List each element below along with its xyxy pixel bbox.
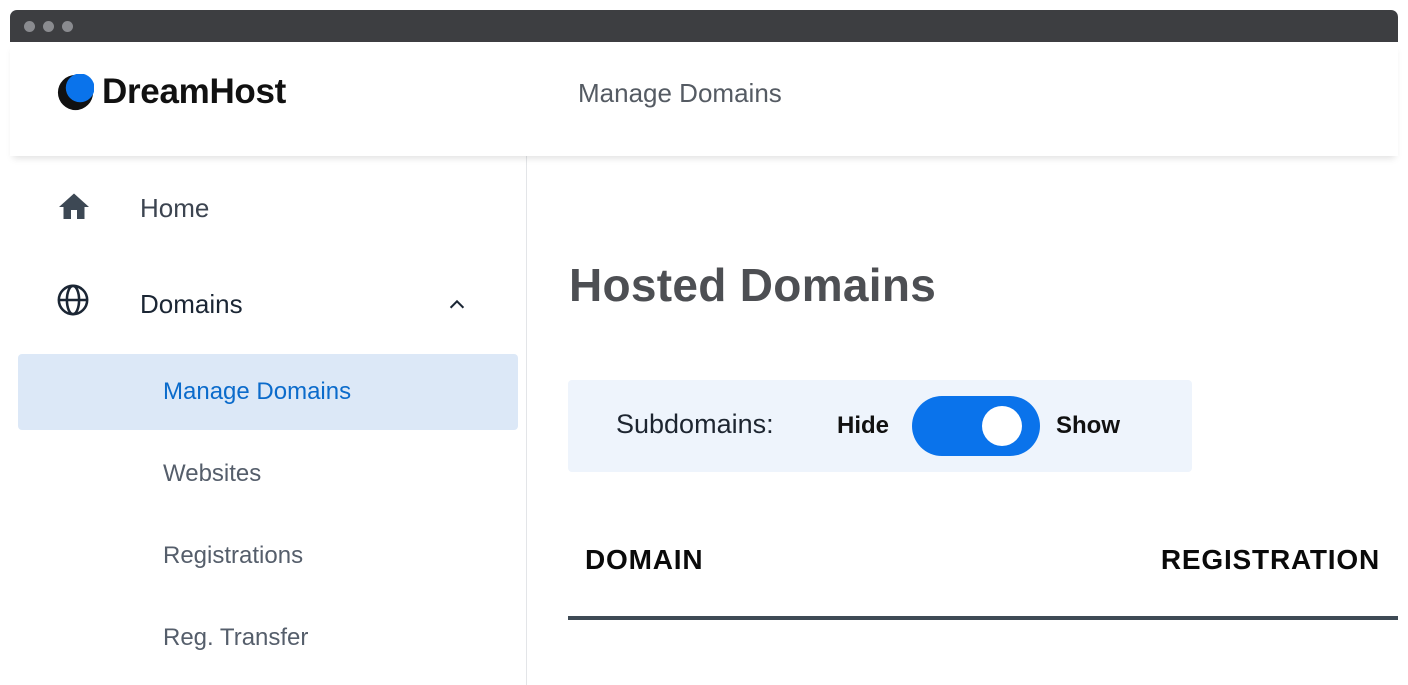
app-header: DreamHost Manage Domains bbox=[10, 42, 1398, 156]
column-header-domain[interactable]: DOMAIN bbox=[585, 544, 703, 576]
section-heading: Hosted Domains bbox=[569, 259, 937, 311]
subdomains-label: Subdomains: bbox=[616, 409, 774, 439]
sidebar-item-domains[interactable]: Domains bbox=[10, 276, 527, 336]
sidebar-item-home[interactable]: Home bbox=[10, 180, 527, 240]
logo-text: DreamHost bbox=[102, 72, 287, 111]
sidebar-subitem-reg-transfer[interactable]: Reg. Transfer bbox=[18, 600, 518, 676]
sidebar-subitem-label: Manage Domains bbox=[163, 378, 352, 405]
window-minimize-dot[interactable] bbox=[43, 21, 54, 32]
toggle-knob bbox=[982, 406, 1022, 446]
sidebar-subitem-websites[interactable]: Websites bbox=[18, 436, 518, 512]
subdomain-filter-bar: Subdomains: Hide Show bbox=[568, 380, 1192, 472]
sidebar-subitem-label: Websites bbox=[163, 460, 262, 487]
sidebar: Home Domains Manage Domains Websites Reg… bbox=[10, 156, 527, 685]
sidebar-subitem-label: Registrations bbox=[163, 542, 304, 569]
dreamhost-logo[interactable]: DreamHost bbox=[57, 72, 286, 112]
column-header-registration[interactable]: REGISTRATION bbox=[1161, 544, 1380, 576]
window-close-dot[interactable] bbox=[24, 21, 35, 32]
sidebar-item-label: Home bbox=[140, 193, 210, 223]
table-header-divider bbox=[568, 616, 1398, 620]
toggle-hide-label[interactable]: Hide bbox=[837, 412, 889, 440]
sidebar-subitem-registrations[interactable]: Registrations bbox=[18, 518, 518, 594]
window-maximize-dot[interactable] bbox=[62, 21, 73, 32]
globe-icon bbox=[57, 284, 89, 316]
sidebar-item-label: Domains bbox=[140, 289, 243, 319]
home-icon bbox=[59, 193, 89, 219]
chevron-up-icon[interactable] bbox=[446, 294, 468, 316]
sidebar-subitem-label: Reg. Transfer bbox=[163, 624, 309, 651]
toggle-show-label[interactable]: Show bbox=[1056, 412, 1120, 440]
sidebar-subitem-manage-domains[interactable]: Manage Domains bbox=[18, 354, 518, 430]
window-titlebar bbox=[10, 10, 1398, 42]
page-title: Manage Domains bbox=[578, 78, 782, 108]
moon-logo-icon bbox=[57, 73, 94, 110]
subdomains-toggle[interactable] bbox=[912, 396, 1040, 456]
